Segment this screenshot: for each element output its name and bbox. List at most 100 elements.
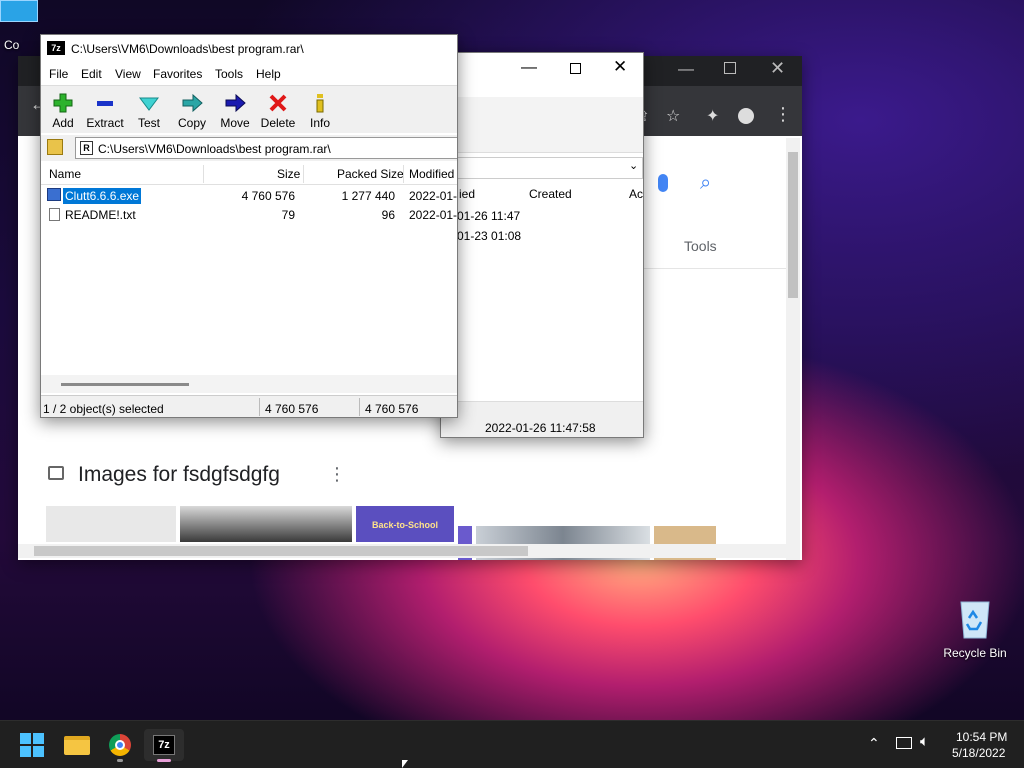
extract-button[interactable]: Extract (83, 92, 127, 130)
checkmark-icon (139, 97, 159, 111)
sevenzip-window[interactable]: 7z C:\Users\VM6\Downloads\best program.r… (40, 34, 458, 418)
status-selection: 1 / 2 object(s) selected (43, 402, 164, 416)
menu-file[interactable]: File (49, 67, 68, 81)
status-bar: 1 / 2 object(s) selected 4 760 576 4 760… (41, 395, 457, 417)
chrome-icon (109, 734, 131, 756)
file-packed: 96 (381, 208, 395, 222)
chevron-down-icon[interactable]: ⌄ (629, 159, 638, 172)
h-scroll-thumb[interactable] (61, 383, 189, 386)
show-hidden-icons-icon[interactable]: ⌃ (868, 735, 880, 752)
maximize-icon[interactable] (724, 62, 736, 74)
close-icon[interactable]: ✕ (770, 58, 785, 79)
network-icon[interactable] (896, 737, 912, 749)
thumb-text: Back-to-School (371, 520, 438, 530)
column-packed[interactable]: Packed Size (337, 167, 404, 181)
test-label: Test (137, 116, 160, 130)
status-text: 2022-01-26 11:47:58 (485, 421, 596, 435)
archive-icon: R (80, 141, 93, 155)
delete-button[interactable]: Delete (256, 92, 300, 130)
minus-icon (97, 101, 113, 106)
column-divider (403, 165, 404, 183)
desktop-icon-label: Co (4, 38, 20, 52)
recycle-bin[interactable]: Recycle Bin (940, 596, 1010, 660)
menu-icon[interactable]: ⋮ (774, 104, 792, 125)
menu-tools[interactable]: Tools (215, 67, 243, 81)
column-header[interactable]: Ac (629, 187, 643, 201)
search-icon[interactable]: ⌕ (700, 172, 711, 195)
desktop-icon-partial[interactable]: Co (0, 0, 40, 52)
path-dropdown[interactable] (441, 157, 643, 179)
volume-icon[interactable]: 🔈︎ (920, 733, 929, 750)
start-button[interactable] (12, 729, 52, 761)
text-file-icon (49, 208, 60, 221)
list-item[interactable]: 01-26 11:47 (457, 209, 520, 223)
menu-favorites[interactable]: Favorites (153, 67, 202, 81)
copy-arrow-icon (182, 93, 203, 113)
test-button[interactable]: Test (127, 92, 171, 130)
info-label: Info (309, 116, 330, 130)
image-icon (48, 466, 64, 480)
column-divider (203, 165, 204, 183)
status-divider (359, 398, 360, 416)
copy-button[interactable]: Copy (170, 92, 214, 130)
column-modified[interactable]: Modified (409, 167, 454, 181)
close-icon[interactable]: ✕ (613, 57, 627, 77)
image-thumb[interactable]: Back-to-School (356, 506, 454, 542)
status-size: 4 760 576 (265, 402, 319, 416)
status-packed: 4 760 576 (365, 402, 419, 416)
extensions-icon[interactable]: ✦ (706, 106, 719, 126)
info-icon (316, 94, 324, 113)
add-button[interactable]: Add (41, 92, 85, 130)
info-button[interactable]: Info (298, 92, 342, 130)
profile-icon[interactable] (738, 108, 754, 124)
move-arrow-icon (225, 93, 246, 113)
scroll-thumb[interactable] (788, 152, 798, 298)
move-label: Move (220, 116, 250, 130)
table-row[interactable]: README!.txt 79 96 2022-01-2 (41, 205, 457, 224)
plus-icon (53, 93, 73, 113)
maximize-icon[interactable] (570, 63, 581, 74)
file-name: Clutt6.6.6.exe (61, 187, 143, 205)
column-size[interactable]: Size (277, 167, 300, 181)
folder-icon (64, 736, 90, 755)
more-options-icon[interactable]: ⋮ (328, 464, 346, 485)
exe-file-icon (47, 188, 61, 201)
file-modified: 2022-01-2 (409, 208, 458, 222)
column-header[interactable]: ied (459, 187, 475, 201)
h-scroll-thumb[interactable] (34, 546, 528, 556)
extract-label: Extract (86, 116, 124, 130)
table-row[interactable]: Clutt6.6.6.exe 4 760 576 1 277 440 2022-… (41, 186, 457, 205)
recycle-bin-icon (960, 601, 990, 639)
menu-view[interactable]: View (115, 67, 141, 81)
address-input[interactable]: R C:\Users\VM6\Downloads\best program.ra… (75, 137, 457, 159)
file-size: 4 760 576 (241, 189, 295, 203)
clock-date[interactable]: 5/18/2022 (952, 746, 1005, 760)
voice-search-icon[interactable] (658, 174, 668, 192)
file-list-header: Name Size Packed Size Modified (41, 163, 457, 185)
menu-help[interactable]: Help (256, 67, 281, 81)
menu-edit[interactable]: Edit (81, 67, 102, 81)
list-item[interactable]: 01-23 01:08 (457, 229, 521, 243)
active-indicator (157, 759, 171, 762)
file-explorer-button[interactable] (56, 729, 96, 761)
image-thumb[interactable] (46, 506, 176, 542)
status-divider (259, 398, 260, 416)
move-button[interactable]: Move (213, 92, 257, 130)
star-icon[interactable]: ☆ (666, 106, 680, 126)
column-name[interactable]: Name (49, 167, 81, 181)
copy-label: Copy (177, 116, 206, 130)
column-header[interactable]: Created (529, 187, 572, 201)
windows-logo-icon (20, 733, 44, 757)
images-heading[interactable]: Images for fsdgfsdgfg (78, 463, 280, 487)
file-name: README!.txt (65, 208, 136, 222)
sevenzip-taskbar-button[interactable]: 7z (144, 729, 184, 762)
ribbon (441, 97, 643, 153)
image-thumb[interactable] (180, 506, 352, 542)
clock-time[interactable]: 10:54 PM (956, 730, 1007, 744)
folder-up-icon[interactable] (47, 139, 63, 155)
minimize-icon[interactable]: — (521, 59, 537, 77)
file-window[interactable]: — ✕ ⌄ ied Created Ac 01-26 11:47 01-23 0… (440, 52, 644, 438)
chrome-taskbar-button[interactable] (100, 729, 140, 762)
tools-tab[interactable]: Tools (684, 238, 717, 254)
minimize-icon[interactable]: — (678, 61, 698, 81)
